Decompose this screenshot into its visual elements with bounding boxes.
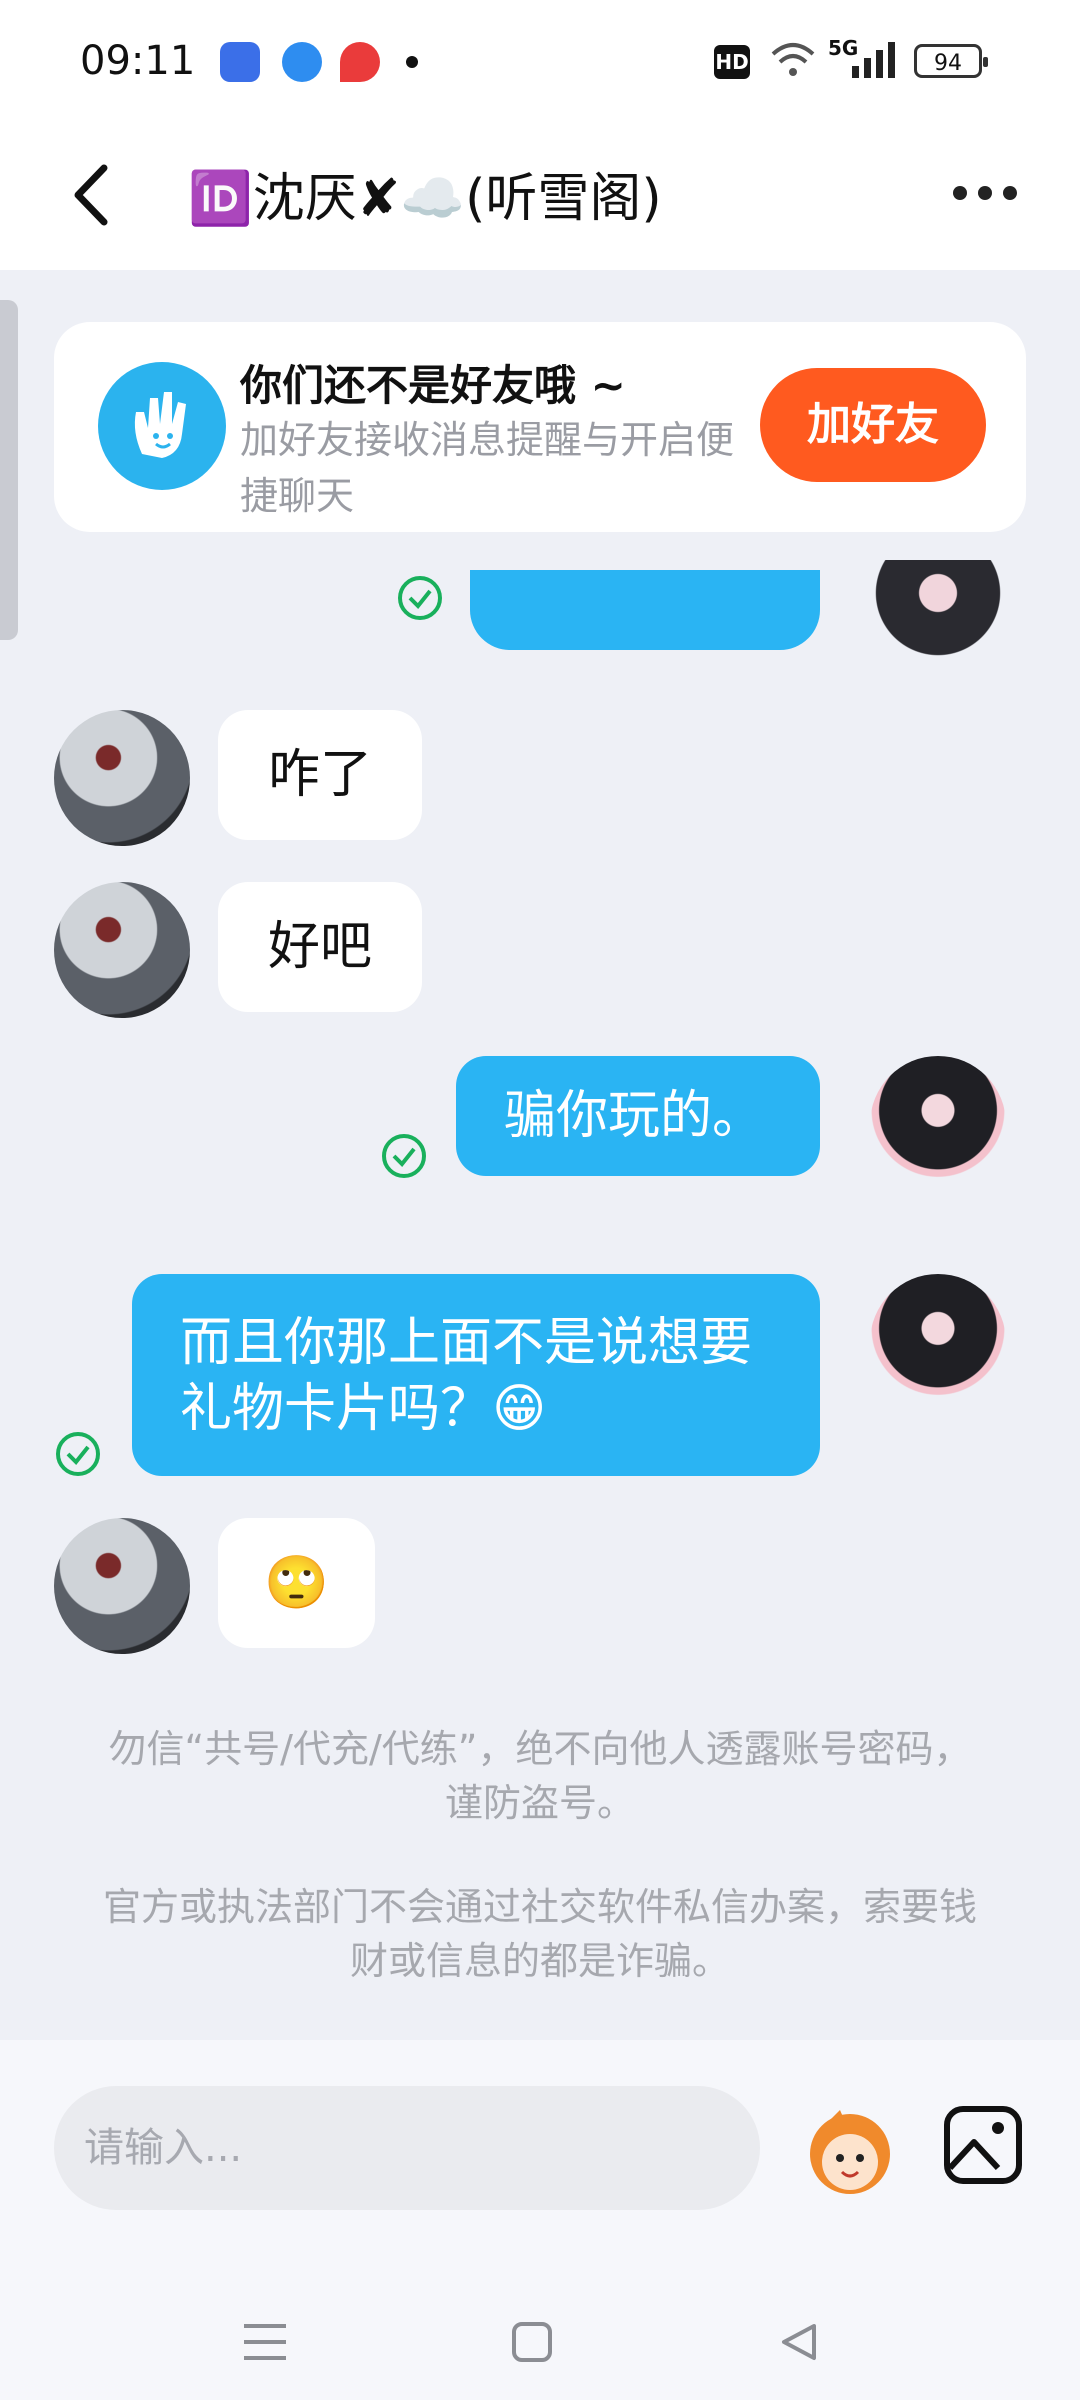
- message-bubble[interactable]: 好吧: [218, 882, 423, 1012]
- back-icon[interactable]: [64, 160, 124, 230]
- map-app-icon: [340, 42, 380, 82]
- message-bubble[interactable]: 骗你玩的。: [456, 1056, 820, 1176]
- add-friend-button[interactable]: 加好友: [760, 368, 986, 482]
- chat-header: 🆔沈厌✘☁️(听雪阁): [0, 120, 1080, 270]
- menu-icon[interactable]: [240, 2320, 290, 2364]
- friend-avatar[interactable]: [54, 882, 190, 1018]
- emoji-mascot-icon[interactable]: [800, 2100, 900, 2200]
- friend-avatar[interactable]: [54, 1518, 190, 1654]
- message-bubble[interactable]: 而且你那上面不是说想要礼物卡片吗？😁: [132, 1274, 820, 1476]
- back-nav-icon[interactable]: [776, 2320, 820, 2364]
- scrollbar[interactable]: [0, 300, 18, 640]
- my-avatar[interactable]: [870, 1274, 1006, 1410]
- friend-request-banner: 你们还不是好友哦 ~ 加好友接收消息提醒与开启便捷聊天 加好友: [54, 322, 1026, 532]
- status-bar: 09:11 HD 5G 94: [0, 0, 1080, 120]
- my-avatar[interactable]: [870, 1056, 1006, 1192]
- battery-indicator: 94: [914, 44, 988, 78]
- home-icon[interactable]: [510, 2320, 554, 2364]
- wifi-icon: [771, 43, 815, 76]
- read-check-icon: [382, 1134, 426, 1178]
- hd-badge: HD: [714, 45, 750, 79]
- input-bar: [0, 2040, 1080, 2280]
- chat-title: 🆔沈厌✘☁️(听雪阁): [188, 169, 662, 229]
- message-bubble[interactable]: 🙄: [218, 1518, 375, 1648]
- image-picker-icon[interactable]: [942, 2104, 1024, 2186]
- wave-hand-icon: [98, 362, 226, 490]
- fraud-warning-notice: 勿信“共号/代充/代练”，绝不向他人透露账号密码，谨防盗号。: [108, 1727, 972, 1825]
- my-avatar[interactable]: [870, 560, 1006, 670]
- message-bubble-partial[interactable]: [470, 570, 820, 650]
- message-bubble[interactable]: 咋了: [218, 710, 423, 840]
- clock: 09:11: [80, 38, 196, 84]
- browser-app-icon: [282, 42, 322, 82]
- chat-area[interactable]: 你们还不是好友哦 ~ 加好友接收消息提醒与开启便捷聊天 加好友 咋了 好吧 骗你…: [0, 270, 1080, 2040]
- signal-icon: [852, 42, 895, 78]
- system-nav-bar: [0, 2280, 1080, 2400]
- banner-title: 你们还不是好友哦 ~: [240, 361, 626, 410]
- message-input[interactable]: [54, 2086, 760, 2210]
- notification-dot: [406, 56, 418, 68]
- read-check-icon: [398, 576, 442, 620]
- more-options-icon[interactable]: [950, 178, 1020, 208]
- read-check-icon: [56, 1432, 100, 1476]
- friend-avatar[interactable]: [54, 710, 190, 846]
- fraud-warning-notice: 官方或执法部门不会通过社交软件私信办案，索要钱财或信息的都是诈骗。: [102, 1885, 977, 1983]
- banner-description: 加好友接收消息提醒与开启便捷聊天: [240, 418, 735, 518]
- baidu-app-icon: [220, 42, 260, 82]
